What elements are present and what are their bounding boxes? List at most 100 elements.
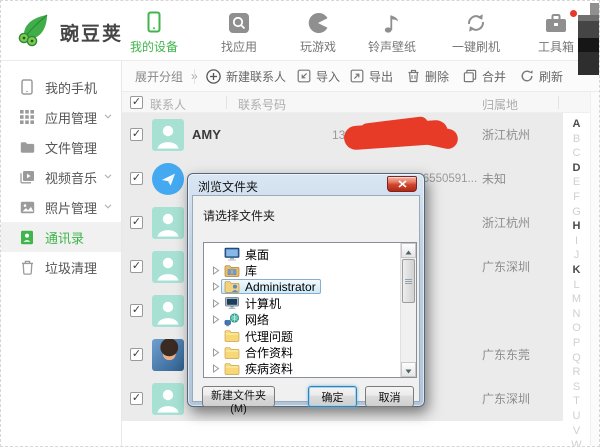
expander-icon[interactable] — [210, 282, 221, 292]
arrow-up-icon — [405, 243, 412, 260]
import-box-icon — [297, 69, 311, 83]
tree-item-content[interactable]: 代理问题 — [221, 329, 298, 344]
new-contact-button[interactable]: 新建联系人 — [206, 61, 286, 91]
alphabet-letter[interactable]: C — [563, 147, 590, 159]
alphabet-letter[interactable]: L — [563, 279, 590, 291]
alphabet-letter[interactable]: V — [563, 425, 590, 437]
alphabet-letter[interactable]: O — [563, 322, 590, 334]
alphabet-letter[interactable]: K — [563, 264, 590, 276]
refresh-button[interactable]: 刷新 — [520, 61, 563, 91]
expander-icon[interactable] — [210, 298, 221, 308]
tree-item-content[interactable]: Administrator — [221, 279, 321, 295]
alphabet-letter[interactable]: J — [563, 249, 590, 261]
export-button[interactable]: 导出 — [350, 61, 393, 91]
scroll-thumb[interactable] — [402, 259, 415, 303]
expander-icon[interactable] — [210, 315, 221, 325]
row-checkbox[interactable]: ✓ — [130, 128, 143, 141]
new-folder-button[interactable]: 新建文件夹(M) — [202, 386, 275, 415]
tree-item-label: 疾病资料 — [245, 362, 294, 377]
contact-avatar — [152, 251, 184, 283]
alphabet-letter[interactable]: W — [563, 439, 590, 446]
dialog-close-button[interactable] — [387, 176, 417, 192]
contact-row[interactable]: ✓ AMY 133 浙江杭州 — [122, 113, 563, 157]
chevron-down-icon[interactable] — [104, 114, 112, 119]
ok-button[interactable]: 确定 — [308, 386, 357, 407]
expander-icon[interactable] — [210, 266, 221, 276]
alphabet-letter[interactable]: T — [563, 395, 590, 407]
row-checkbox[interactable]: ✓ — [130, 392, 143, 405]
row-checkbox[interactable]: ✓ — [130, 304, 143, 317]
column-header-number[interactable]: 联系号码 — [238, 96, 286, 113]
tree-item[interactable]: 合作资料 — [204, 344, 416, 360]
tree-item[interactable]: 疾病资料 — [204, 361, 416, 377]
chevron-down-icon[interactable] — [104, 204, 112, 209]
alphabet-letter[interactable]: A — [563, 118, 590, 130]
alphabet-letter[interactable]: D — [563, 162, 590, 174]
tree-item[interactable]: 代理问题 — [204, 328, 416, 344]
tab-find-apps[interactable]: 找应用 — [210, 10, 268, 56]
alphabet-letter[interactable]: H — [563, 220, 590, 232]
tree-item-content[interactable]: 网络 — [221, 312, 274, 327]
tree-item-content[interactable]: 疾病资料 — [221, 361, 298, 376]
alphabet-letter[interactable]: S — [563, 381, 590, 393]
alphabet-letter[interactable]: B — [563, 133, 590, 145]
row-checkbox[interactable]: ✓ — [130, 260, 143, 273]
list-scrollbar[interactable] — [590, 92, 599, 446]
tree-scrollbar[interactable] — [400, 243, 416, 377]
sidebar-item-file-management[interactable]: 文件管理 — [1, 132, 121, 162]
chevron-down-icon[interactable] — [104, 174, 112, 179]
app-logo[interactable]: 豌豆荚 — [17, 13, 123, 52]
table-header: ✓ 联系人 联系号码 归属地 — [122, 92, 590, 113]
expander-icon[interactable] — [210, 364, 221, 374]
sidebar-item-contacts[interactable]: 通讯录 — [1, 222, 121, 252]
tree-item-content[interactable]: 库 — [221, 263, 262, 278]
tab-ringtones-wallpapers[interactable]: 铃声壁纸 — [357, 10, 427, 56]
column-header-name[interactable]: 联系人 — [150, 96, 186, 113]
tab-my-device[interactable]: 我的设备 — [125, 10, 183, 56]
cancel-button[interactable]: 取消 — [365, 386, 414, 407]
sidebar-item-app-management[interactable]: 应用管理 — [1, 102, 121, 132]
alphabet-letter[interactable]: U — [563, 410, 590, 422]
folder-tree-list: 桌面 库 Administrator 计算机 网络 代理问题 合作资料 疾病资料 — [204, 243, 416, 377]
alphabet-letter[interactable]: F — [563, 191, 590, 203]
alphabet-letter[interactable]: R — [563, 366, 590, 378]
tree-item[interactable]: Administrator — [204, 279, 416, 295]
alphabet-letter[interactable]: N — [563, 308, 590, 320]
alphabet-letter[interactable]: G — [563, 206, 590, 218]
tree-item[interactable]: 计算机 — [204, 295, 416, 311]
folder-tree: 桌面 库 Administrator 计算机 网络 代理问题 合作资料 疾病资料 — [203, 242, 417, 378]
row-checkbox[interactable]: ✓ — [130, 216, 143, 229]
tree-item-content[interactable]: 合作资料 — [221, 345, 298, 360]
tab-play-games[interactable]: 玩游戏 — [289, 10, 347, 56]
alphabet-letter[interactable]: M — [563, 293, 590, 305]
alphabet-letter[interactable]: E — [563, 176, 590, 188]
tab-one-key-flash[interactable]: 一键刷机 — [442, 10, 510, 56]
alphabet-letter[interactable]: P — [563, 337, 590, 349]
tab-toolbox[interactable]: 工具箱 — [527, 10, 585, 56]
sidebar-item-junk-cleanup[interactable]: 垃圾清理 — [1, 252, 121, 282]
contact-name: AMY — [192, 127, 221, 142]
alphabet-letter[interactable]: I — [563, 235, 590, 247]
row-checkbox[interactable]: ✓ — [130, 348, 143, 361]
alphabet-letter[interactable]: Q — [563, 352, 590, 364]
merge-button[interactable]: 合并 — [463, 61, 506, 91]
expand-groups-button[interactable]: 展开分组 » — [135, 61, 198, 91]
scroll-down-button[interactable] — [401, 362, 416, 377]
tree-item-label: 合作资料 — [245, 346, 294, 361]
delete-button[interactable]: 删除 — [407, 61, 449, 91]
tree-item-content[interactable]: 桌面 — [221, 247, 274, 262]
row-checkbox[interactable]: ✓ — [130, 172, 143, 185]
column-header-location[interactable]: 归属地 — [482, 96, 518, 113]
sidebar-item-photo-management[interactable]: 照片管理 — [1, 192, 121, 222]
tree-item[interactable]: 库 — [204, 262, 416, 278]
scroll-up-button[interactable] — [401, 243, 416, 258]
select-all-checkbox[interactable]: ✓ — [130, 96, 143, 109]
tree-item[interactable]: 网络 — [204, 312, 416, 328]
import-button[interactable]: 导入 — [297, 61, 340, 91]
expander-icon[interactable] — [210, 348, 221, 357]
side-photo-icon — [19, 201, 35, 214]
sidebar-item-video-music[interactable]: 视频音乐 — [1, 162, 121, 192]
tree-item[interactable]: 桌面 — [204, 246, 416, 262]
tree-item-content[interactable]: 计算机 — [221, 296, 286, 311]
sidebar-item-my-phone[interactable]: 我的手机 — [1, 72, 121, 102]
